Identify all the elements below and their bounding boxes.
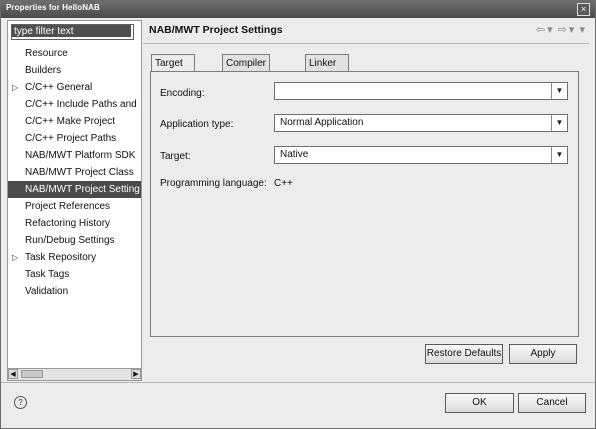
chevron-down-icon[interactable]: ▼ [551,147,567,163]
application-type-value: Normal Application [280,117,364,128]
tab-target-settings[interactable]: Target Settings [151,54,196,86]
tree-item[interactable]: C/C++ Project Paths [8,130,141,147]
cancel-button[interactable]: Cancel [518,393,586,413]
apply-button[interactable]: Apply [509,344,577,364]
tab-linker-settings[interactable]: Linker Settings [305,54,350,86]
tree-item-label: C/C++ Make Project [25,116,116,127]
horizontal-scrollbar[interactable]: ◀ ▶ [8,368,141,380]
scroll-left-icon[interactable]: ◀ [8,369,18,379]
chevron-down-icon[interactable]: ▼ [551,115,567,131]
tree-item-label: NAB/MWT Platform SDK [25,150,136,161]
target-combo[interactable]: Native ▼ [274,146,568,164]
category-tree: Resource Builders ▷ C/C++ General C/C++ Incl… [8,45,141,300]
target-settings-panel: Encoding: ▼ Application type: Normal App… [150,71,579,337]
page-navigation: ⇦ ▾ ⇨ ▾ ▾ [534,23,585,36]
filter-input[interactable] [12,25,131,37]
tree-item-label: Validation [25,286,69,297]
tree-item-label: Task Repository [25,252,97,263]
tree-item[interactable]: ▷ Task Repository [8,249,141,266]
category-pane: Resource Builders ▷ C/C++ General C/C++ Incl… [7,20,142,381]
expand-arrow-icon[interactable]: ▷ [12,79,18,96]
tree-item[interactable]: NAB/MWT Project Class [8,164,141,181]
tree-item[interactable]: NAB/MWT Project Setting [8,181,141,198]
application-type-combo[interactable]: Normal Application ▼ [274,114,568,132]
tree-item[interactable]: Resource [8,45,141,62]
encoding-label: Encoding: [160,88,205,99]
ok-button[interactable]: OK [445,393,514,413]
help-icon[interactable]: ? [14,396,27,409]
tree-item[interactable]: Project References [8,198,141,215]
expand-arrow-icon[interactable]: ▷ [12,249,18,266]
encoding-combo[interactable]: ▼ [274,82,568,100]
tab-compiler-settings[interactable]: Compiler Settings [222,54,271,86]
tree-item-label: NAB/MWT Project Setting [25,184,140,195]
application-type-label: Application type: [160,119,234,130]
filter-box[interactable] [11,24,134,40]
tree-item-label: Run/Debug Settings [25,235,115,246]
tree-item[interactable]: NAB/MWT Platform SDK [8,147,141,164]
footer-separator [1,382,595,383]
tree-item[interactable]: Refactoring History [8,215,141,232]
title-bar[interactable]: Properties for HelloNAB × [1,1,595,18]
properties-dialog: Properties for HelloNAB × Resource Builde… [0,0,596,429]
tree-item-label: Task Tags [25,269,70,280]
forward-arrow-icon[interactable]: ⇨ [558,24,567,36]
view-menu-icon[interactable]: ▾ [579,24,585,36]
target-value: Native [280,149,309,160]
window-title: Properties for HelloNAB [6,3,100,12]
scrollbar-thumb[interactable] [21,370,43,378]
tree-item[interactable]: ▷ C/C++ General [8,79,141,96]
programming-language-value: C++ [274,178,293,189]
programming-language-label: Programming language: [160,178,267,189]
tree-item[interactable]: Task Tags [8,266,141,283]
tree-item-label: Builders [25,65,62,76]
tree-item[interactable]: C/C++ Make Project [8,113,141,130]
tree-item-label: Refactoring History [25,218,111,229]
scroll-right-icon[interactable]: ▶ [131,369,141,379]
tree-item-label: NAB/MWT Project Class [25,167,134,178]
tree-item[interactable]: Run/Debug Settings [8,232,141,249]
back-menu-icon[interactable]: ▾ [547,24,553,36]
target-label: Target: [160,151,191,162]
tree-item-label: Resource [25,48,68,59]
tree-item-label: Project References [25,201,111,212]
chevron-down-icon[interactable]: ▼ [551,83,567,99]
title-separator [143,43,589,44]
page-title: NAB/MWT Project Settings [149,24,283,36]
tree-item[interactable]: Validation [8,283,141,300]
tree-item[interactable]: Builders [8,62,141,79]
tree-item-label: C/C++ General [25,82,93,93]
forward-menu-icon[interactable]: ▾ [569,24,575,36]
close-icon[interactable]: × [577,3,590,16]
back-arrow-icon[interactable]: ⇦ [536,24,545,36]
tree-item-label: C/C++ Project Paths [25,133,117,144]
settings-pane: NAB/MWT Project Settings ⇦ ▾ ⇨ ▾ ▾ Target … [143,20,589,379]
tree-item[interactable]: C/C++ Include Paths and [8,96,141,113]
tree-item-label: C/C++ Include Paths and [25,99,137,110]
restore-defaults-button[interactable]: Restore Defaults [425,344,503,364]
